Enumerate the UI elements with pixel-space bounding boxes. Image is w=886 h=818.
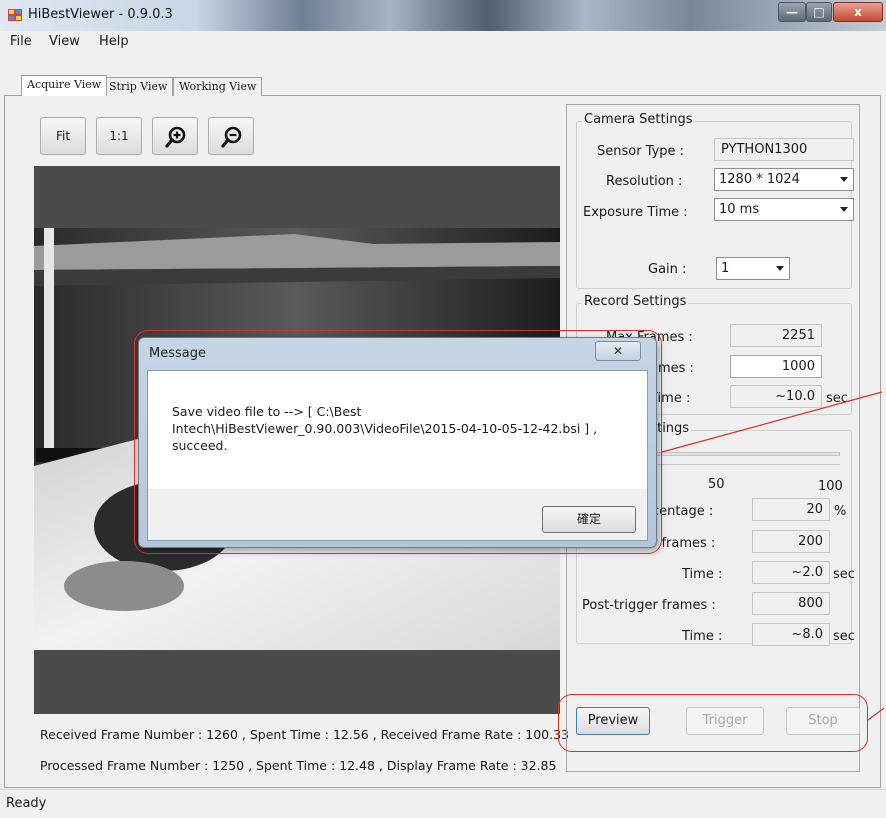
tab-strip-view[interactable]: Strip View [103,77,174,96]
record-settings-title: Record Settings [582,294,689,309]
zoom-out-icon [221,126,242,148]
chevron-down-icon [776,266,784,271]
gain-select[interactable]: 1 [716,257,790,280]
max-frames-field: 2251 [730,324,822,347]
title-bar: HiBestViewer - 0.9.0.3 — □ x [0,0,886,31]
chevron-down-icon [840,207,848,212]
exposure-time-select[interactable]: 10 ms [714,198,854,221]
maximize-button[interactable]: □ [806,2,832,22]
close-window-button[interactable]: x [833,2,883,22]
zoom-out-button[interactable] [208,117,254,155]
menu-help[interactable]: Help [99,34,129,49]
resolution-label: Resolution : [606,174,683,189]
gain-label: Gain : [648,262,687,277]
received-frame-status: Received Frame Number : 1260 , Spent Tim… [40,727,570,742]
menu-bar: File View Help [0,31,886,53]
exposure-time-label: Exposure Time : [583,205,688,220]
menu-view[interactable]: View [49,34,80,49]
chevron-down-icon [840,177,848,182]
fit-button[interactable]: Fit [40,117,86,155]
sensor-type-field: PYTHON1300 [714,138,854,161]
tab-acquire-view[interactable]: Acquire View [21,75,108,96]
sensor-type-label: Sensor Type : [597,144,685,159]
minimize-button[interactable]: — [778,2,806,22]
menu-file[interactable]: File [10,34,32,49]
processed-frame-status: Processed Frame Number : 1250 , Spent Ti… [40,758,557,773]
one-to-one-button[interactable]: 1:1 [96,117,142,155]
frames-input[interactable]: 1000 [730,355,822,378]
gain-value: 1 [721,261,730,276]
status-text: Ready [6,796,47,811]
zoom-in-icon [165,126,186,148]
camera-settings-title: Camera Settings [582,112,695,127]
exposure-time-value: 10 ms [719,202,760,217]
annotation-arrows [661,391,885,721]
resolution-select[interactable]: 1280 * 1024 [714,168,854,191]
resolution-value: 1280 * 1024 [719,172,800,187]
annotation-dialog-outline [134,330,662,554]
app-icon [8,9,22,21]
tab-working-view[interactable]: Working View [173,77,263,96]
window-title: HiBestViewer - 0.9.0.3 [28,7,173,22]
status-bar: Ready [0,789,886,818]
zoom-in-button[interactable] [152,117,198,155]
